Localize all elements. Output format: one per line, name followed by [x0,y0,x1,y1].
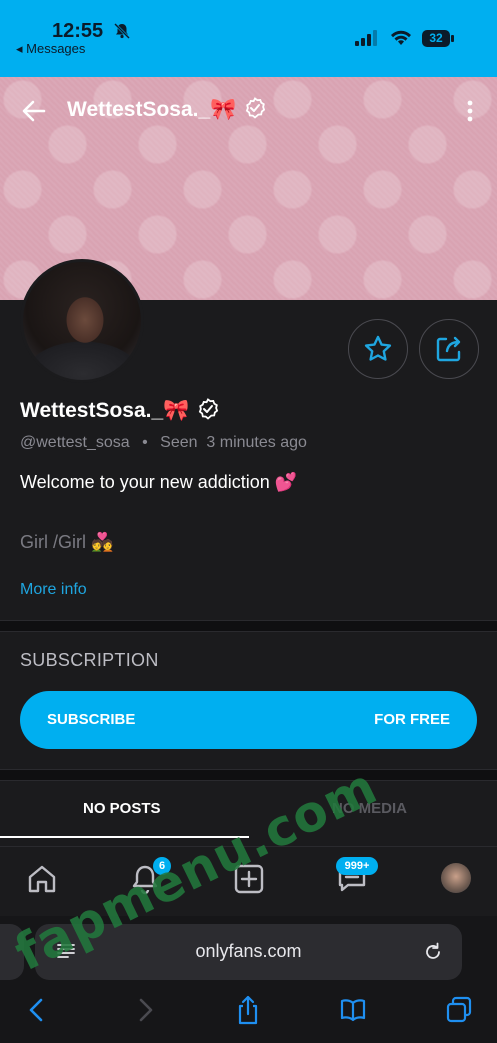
back-app-label: Messages [26,41,86,56]
cellular-signal-icon [355,30,377,46]
profile-name-text: WettestSosa._🎀 [20,399,190,422]
section-divider [0,769,497,781]
browser-back-icon[interactable] [22,994,52,1026]
meta-separator: • [142,434,148,451]
favorite-button[interactable] [348,319,408,379]
profile-handle: @wettest_sosa [20,434,130,451]
browser-share-icon[interactable] [233,994,263,1026]
subscribe-price: FOR FREE [374,711,450,728]
tabs-icon[interactable] [444,994,474,1026]
messages-badge: 999+ [336,857,378,875]
header-title: WettestSosa._🎀 [67,97,266,122]
profile-bio: Welcome to your new addiction 💕 [20,472,298,492]
more-options-icon[interactable] [460,98,480,124]
last-seen: Seen 3 minutes ago [160,434,307,451]
bell-muted-icon [114,23,130,39]
more-info-link[interactable]: More info [20,581,87,599]
subscription-heading: SUBSCRIPTION [20,650,159,670]
verified-icon [245,97,266,119]
share-icon [436,336,461,362]
reload-icon[interactable] [422,941,444,963]
profile-avatar[interactable] [20,259,144,383]
verified-icon [198,398,219,420]
back-arrow-icon[interactable] [20,97,48,125]
star-icon [364,335,392,361]
tab-posts[interactable]: NO POSTS [83,800,161,817]
bio-fade [0,548,497,576]
section-divider [0,620,497,632]
profile-meta: @wettest_sosa • Seen 3 minutes ago [20,434,307,452]
battery-indicator: 32 [422,30,454,47]
share-button[interactable] [419,319,479,379]
bookmarks-icon[interactable] [338,994,368,1026]
status-time: 12:55 [52,20,104,42]
profile-name: WettestSosa._🎀 [20,398,219,423]
browser-forward-icon[interactable] [130,994,160,1026]
wifi-icon [391,30,411,45]
subscribe-label: SUBSCRIBE [47,711,136,728]
header-title-text: WettestSosa._🎀 [67,98,237,121]
back-to-app[interactable]: ◂ Messages [16,41,85,57]
account-avatar[interactable] [441,863,471,893]
subscribe-button[interactable]: SUBSCRIBE FOR FREE [20,691,477,749]
home-icon[interactable] [25,862,59,896]
